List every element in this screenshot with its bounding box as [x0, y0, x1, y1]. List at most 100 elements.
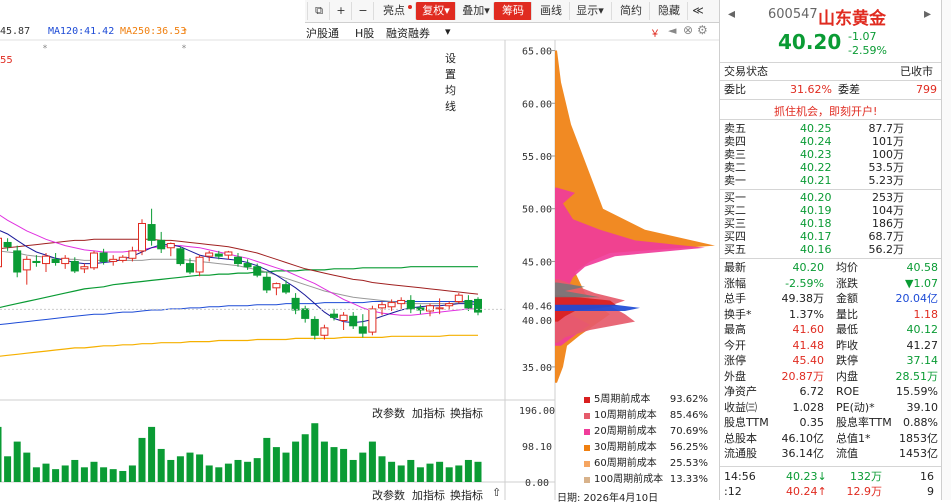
book-label: 买二	[724, 204, 746, 217]
volume-bar-50	[474, 461, 482, 482]
tick-row: :12 40.24↑ 12.9万 9	[720, 485, 942, 499]
bid-row[interactable]: 买四 40.17 68.7万	[720, 230, 942, 243]
stat-label: 涨停	[724, 354, 746, 367]
stat-row: 净资产 6.72 ROE 15.59%	[720, 384, 942, 399]
candle-body-18	[166, 243, 175, 249]
candle-body-27	[253, 266, 262, 276]
candle-body-15	[138, 222, 146, 252]
legend-swatch	[584, 429, 590, 435]
volume-bar-9	[80, 467, 88, 482]
book-label: 买一	[724, 191, 746, 204]
candle-body-41	[387, 302, 396, 308]
legend-label: 60周期前成本	[594, 458, 657, 469]
candle-body-8	[70, 260, 79, 272]
stat-label: 昨收	[836, 338, 858, 352]
stat-value: 45.40	[792, 354, 825, 367]
volume-bar-38	[359, 452, 367, 482]
volume-bar-3	[23, 452, 31, 482]
stat-label: 涨幅	[724, 276, 746, 290]
bottom-change-params-link[interactable]: 改参数	[372, 487, 405, 503]
cost-legend-item: 100周期前成本 13.33%	[584, 472, 716, 488]
date-label: 日期: 2026年4月10日	[557, 493, 659, 504]
book-price: 40.21	[800, 174, 832, 187]
stat-label: 涨跌	[836, 276, 858, 290]
stat-label: 均价	[836, 261, 858, 274]
volume-bar-21	[196, 454, 204, 482]
tick-row: 14:56 40.23↓ 132万 16	[720, 470, 942, 484]
candle-body-9	[80, 266, 89, 270]
stat-value: 1453亿	[899, 447, 938, 460]
vol-swap-indicator-link[interactable]: 换指标	[450, 405, 483, 421]
volume-bar-19	[176, 456, 184, 482]
candle-body-40	[378, 304, 386, 309]
stat-label: PE(动)*	[836, 400, 875, 414]
stat-value: 36.14亿	[781, 447, 825, 460]
volume-bar-43	[407, 459, 415, 482]
bid-row[interactable]: 买二 40.19 104万	[720, 204, 942, 217]
ask-row[interactable]: 卖二 40.22 53.5万	[720, 161, 942, 174]
stat-value: 1.37%	[789, 307, 824, 321]
stat-row: 最高 41.60 最低 40.12	[720, 322, 942, 337]
volume-bar-23	[215, 467, 223, 482]
volume-bar-49	[464, 459, 472, 482]
candle-body-7	[61, 257, 70, 265]
stat-label: 流值	[836, 447, 858, 460]
ask-row[interactable]: 卖四 40.24 101万	[720, 135, 942, 148]
stat-value: 37.14	[906, 354, 939, 367]
volume-bar-0	[0, 426, 2, 482]
tick-volume: 132万	[850, 470, 882, 483]
ma-short-line	[0, 230, 479, 324]
next-stock-icon[interactable]: ▸	[924, 6, 931, 22]
price-tick-7: 35.00	[522, 363, 552, 374]
promo-link[interactable]: 抓住机会，即刻开户!	[774, 103, 877, 119]
volume-bar-32	[301, 434, 309, 482]
price-tick-4: 45.00	[522, 257, 552, 268]
book-price: 40.16	[800, 243, 832, 256]
ask-row[interactable]: 卖五 40.25 87.7万	[720, 122, 942, 135]
volume-bar-41	[388, 461, 396, 482]
legend-label: 100周期前成本	[594, 474, 664, 485]
chart-area[interactable]: ⧉ + − 亮点 复权▾ 叠加▾ 筹码 画线 显示▾ 简约 隐藏 ≪ 45.87…	[0, 0, 720, 504]
volume-bar-8	[71, 459, 79, 482]
candle-body-24	[224, 251, 233, 256]
stat-label: 净资产	[724, 385, 757, 398]
bottom-swap-indicator-link[interactable]: 换指标	[450, 487, 483, 503]
status-label: 交易状态	[724, 65, 768, 78]
volume-bar-44	[416, 467, 424, 482]
volume-tick-1: 98.10	[522, 442, 552, 453]
stat-label: 总值1*	[836, 431, 871, 445]
legend-swatch	[584, 461, 590, 467]
legend-label: 10周期前成本	[594, 410, 657, 421]
price-tick-5: 40.46	[522, 301, 552, 312]
bottom-add-indicator-link[interactable]: 加指标	[412, 487, 445, 503]
stock-pct: -2.59%	[848, 44, 887, 57]
stat-label: 今开	[724, 338, 746, 352]
ask-row[interactable]: 卖三 40.23 100万	[720, 148, 942, 161]
volume-tick-0: 196.00	[519, 406, 555, 417]
candle-body-38	[358, 326, 367, 334]
volume-bar-14	[128, 465, 136, 482]
stat-value: 40.20	[792, 261, 825, 274]
candle-body-25	[234, 256, 242, 265]
cost-legend-item: 10周期前成本 85.46%	[584, 408, 716, 424]
vol-add-indicator-link[interactable]: 加指标	[412, 405, 445, 421]
volume-bar-36	[340, 448, 348, 482]
stat-value: 6.72	[799, 385, 825, 398]
volume-bar-33	[311, 423, 319, 482]
bid-row[interactable]: 买五 40.16 56.2万	[720, 243, 942, 256]
ask-row[interactable]: 卖一 40.21 5.23万	[720, 174, 942, 187]
volume-bar-7	[61, 465, 69, 482]
volume-bar-42	[397, 465, 405, 482]
volume-bar-37	[349, 459, 357, 482]
bid-row[interactable]: 买一 40.20 253万	[720, 191, 942, 204]
prev-stock-icon[interactable]: ◂	[728, 6, 735, 22]
bid-row[interactable]: 买三 40.18 186万	[720, 217, 942, 230]
candle-body-3	[22, 258, 31, 271]
book-volume: 104万	[872, 204, 904, 217]
candle-body-20	[186, 263, 194, 273]
stat-label: 最低	[836, 323, 858, 336]
vol-change-params-link[interactable]: 改参数	[372, 405, 405, 421]
scroll-up-icon[interactable]: ⇧	[492, 486, 501, 499]
book-price: 40.23	[800, 148, 832, 161]
marker-1: *	[182, 44, 187, 54]
